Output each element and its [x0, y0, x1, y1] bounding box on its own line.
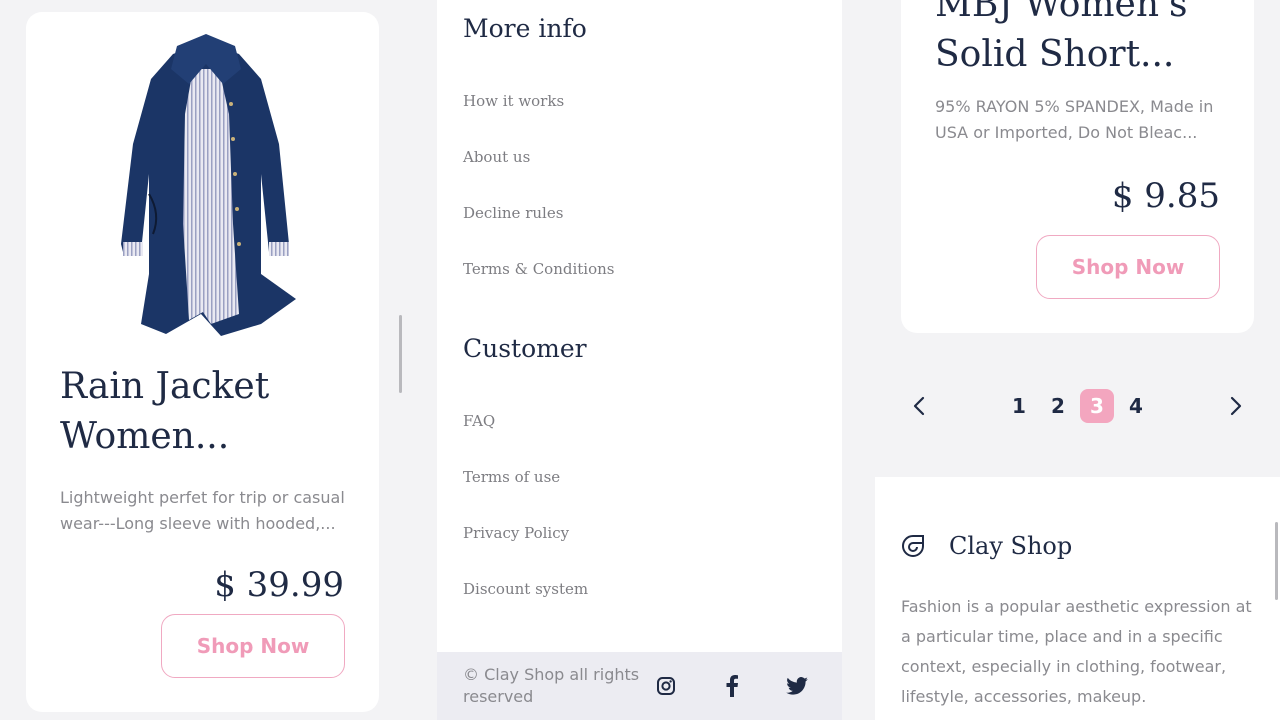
left-column: Rain Jacket Women... Lightweight perfet …: [0, 0, 406, 720]
about-text: Fashion is a popular aesthetic expressio…: [901, 597, 1252, 706]
page-3-active[interactable]: 3: [1080, 389, 1114, 423]
link-decline-rules[interactable]: Decline rules: [463, 204, 563, 222]
product-title-line2: Women...: [60, 416, 230, 457]
link-privacy-policy[interactable]: Privacy Policy: [463, 524, 569, 542]
link-faq[interactable]: FAQ: [463, 412, 495, 430]
product-description: Lightweight perfet for trip or casual we…: [60, 488, 345, 533]
link-discount-system[interactable]: Discount system: [463, 580, 588, 598]
clay-shop-logo-icon: [902, 535, 924, 557]
more-info-heading: More info: [463, 14, 587, 43]
instagram-icon[interactable]: [654, 674, 678, 698]
product-price: $ 39.99: [214, 565, 344, 605]
copyright-text: © Clay Shop all rights reserved: [463, 665, 640, 706]
brand-row: Clay Shop: [901, 532, 1072, 560]
footer-links-panel: More info How it works About us Decline …: [437, 0, 842, 652]
link-terms-conditions[interactable]: Terms & Conditions: [463, 260, 614, 278]
product-description: 95% RAYON 5% SPANDEX, Made in USA or Imp…: [935, 97, 1214, 142]
about-section: Clay Shop Fashion is a popular aesthetic…: [875, 477, 1280, 720]
customer-heading: Customer: [463, 334, 587, 363]
pagination: 1 2 3 4: [875, 386, 1280, 426]
link-how-it-works[interactable]: How it works: [463, 92, 564, 110]
scrollbar-thumb[interactable]: [399, 315, 402, 393]
twitter-icon[interactable]: [785, 674, 809, 698]
product-title-line1: Rain Jacket: [60, 366, 270, 407]
page-1[interactable]: 1: [1002, 389, 1036, 423]
product-price: $ 9.85: [1111, 176, 1220, 216]
scrollbar-thumb-right[interactable]: [1275, 522, 1278, 600]
shop-now-button[interactable]: Shop Now: [161, 614, 345, 678]
product-title-line2: Solid Short...: [935, 34, 1175, 75]
link-about-us[interactable]: About us: [463, 148, 530, 166]
chevron-right-icon[interactable]: [1224, 392, 1248, 420]
footer-bar: © Clay Shop all rights reserved: [437, 652, 842, 720]
page-4[interactable]: 4: [1119, 389, 1153, 423]
chevron-left-icon[interactable]: [907, 392, 931, 420]
product-title[interactable]: Rain Jacket Women...: [60, 362, 360, 462]
right-column: MBJ Women's Solid Short... 95% RAYON 5% …: [875, 0, 1280, 720]
facebook-icon[interactable]: [720, 674, 744, 698]
product-card-rain-jacket[interactable]: Rain Jacket Women... Lightweight perfet …: [26, 12, 379, 712]
page-2[interactable]: 2: [1041, 389, 1075, 423]
product-card-mbj-women[interactable]: MBJ Women's Solid Short... 95% RAYON 5% …: [901, 0, 1254, 333]
product-title-line1: MBJ Women's: [935, 0, 1188, 25]
shop-now-button[interactable]: Shop Now: [1036, 235, 1220, 299]
rain-jacket-image: [121, 34, 296, 336]
brand-name: Clay Shop: [949, 532, 1073, 560]
product-title[interactable]: MBJ Women's Solid Short...: [935, 0, 1235, 80]
link-terms-of-use[interactable]: Terms of use: [463, 468, 560, 486]
